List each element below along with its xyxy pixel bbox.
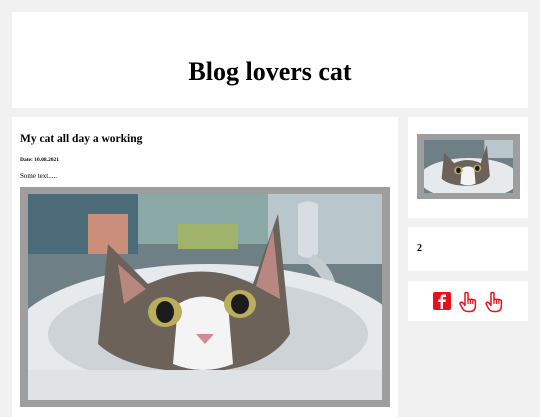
site-title: Blog lovers cat — [188, 57, 352, 86]
social-card — [408, 281, 528, 321]
post-card: My cat all day a working Date: 10.08.202… — [12, 117, 398, 417]
post-date: Date: 10.08.2021 — [20, 157, 59, 163]
hand-pointer-icon[interactable] — [458, 291, 478, 313]
thumbnail-frame — [417, 134, 520, 199]
hand-pointer-icon[interactable] — [484, 291, 504, 313]
post-title: My cat all day a working — [20, 133, 143, 145]
sidebar-thumbnail-card — [408, 117, 528, 218]
social-icons — [432, 291, 504, 313]
post-body: Some text..... — [20, 172, 57, 180]
thumbnail-image[interactable] — [424, 140, 513, 193]
sidebar-count-card: 2 — [408, 227, 528, 271]
facebook-icon[interactable] — [432, 291, 452, 311]
count-value: 2 — [417, 243, 422, 254]
header-card: Blog lovers cat — [12, 12, 528, 108]
post-image-frame — [20, 187, 390, 407]
post-image — [28, 194, 382, 400]
